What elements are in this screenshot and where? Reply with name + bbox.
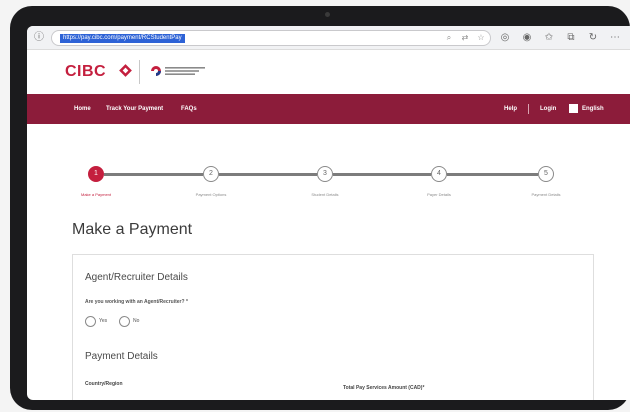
step-4-circle[interactable]: 4: [431, 166, 447, 182]
radio-yes-label[interactable]: Yes: [99, 318, 107, 325]
screen: ⓘ https://pay.cibc.com/payment/RCStudent…: [27, 26, 630, 400]
translate-icon[interactable]: ⇄: [460, 33, 470, 43]
step-3-circle[interactable]: 3: [317, 166, 333, 182]
step-1-circle[interactable]: 1: [88, 166, 104, 182]
cibc-logo-text[interactable]: CIBC: [65, 63, 106, 81]
webcam: [325, 12, 330, 17]
progress-stepper: 1 2 3 4 5 Make a Payment Payment Options…: [27, 124, 630, 214]
main-nav: Home Track Your Payment FAQs Help Login …: [27, 94, 630, 124]
page-title: Make a Payment: [72, 221, 193, 238]
photo-background: ⓘ https://pay.cibc.com/payment/RCStudent…: [0, 0, 630, 412]
amount-field-label: Total Pay Services Amount (CAD)*: [343, 385, 425, 391]
reading-mode-icon[interactable]: ◉: [521, 32, 533, 44]
nav-home[interactable]: Home: [74, 105, 91, 113]
favorites-bar-icon[interactable]: ✩: [543, 32, 555, 44]
step-1-label: Make a Payment: [80, 192, 111, 197]
nav-login[interactable]: Login: [540, 105, 556, 113]
language-flag-icon[interactable]: [569, 104, 578, 113]
radio-no[interactable]: [119, 316, 130, 327]
info-icon[interactable]: ⓘ: [33, 32, 45, 44]
cibc-diamond-icon: [119, 64, 132, 77]
radio-no-label[interactable]: No: [133, 318, 139, 325]
step-4-label: Payer Details: [427, 192, 451, 197]
search-icon[interactable]: ⌕: [444, 33, 454, 43]
sync-icon[interactable]: ↻: [587, 32, 599, 44]
partner-institution-logo: [151, 66, 205, 76]
browser-toolbar: ⓘ https://pay.cibc.com/payment/RCStudent…: [27, 26, 630, 50]
step-connector: [219, 173, 317, 176]
step-5-circle[interactable]: 5: [538, 166, 554, 182]
radio-yes[interactable]: [85, 316, 96, 327]
collections-icon[interactable]: ⧉: [565, 32, 577, 44]
step-2-circle[interactable]: 2: [203, 166, 219, 182]
step-connector: [333, 173, 431, 176]
nav-help[interactable]: Help: [504, 105, 517, 113]
payment-form-card: Agent/Recruiter Details Are you working …: [72, 254, 594, 400]
nav-divider: [528, 104, 529, 114]
address-bar[interactable]: https://pay.cibc.com/payment/RCStudentPa…: [51, 30, 491, 46]
nav-track-payment[interactable]: Track Your Payment: [106, 105, 163, 113]
payment-section-title: Payment Details: [85, 351, 158, 362]
step-connector: [104, 173, 203, 176]
step-2-label: Payment Options: [195, 192, 227, 197]
url-text[interactable]: https://pay.cibc.com/payment/RCStudentPa…: [60, 34, 185, 43]
agent-question-label: Are you working with an Agent/Recruiter?…: [85, 299, 188, 305]
step-5-label: Payment Details: [531, 192, 561, 197]
step-3-label: Student Details: [311, 192, 339, 197]
extension-icon[interactable]: ◎: [499, 32, 511, 44]
site-header: CIBC: [27, 50, 630, 94]
step-connector: [447, 173, 538, 176]
nav-language[interactable]: English: [582, 105, 604, 113]
favorite-icon[interactable]: ☆: [476, 33, 486, 43]
logo-divider: [139, 60, 140, 84]
more-icon[interactable]: ⋯: [609, 32, 621, 44]
nav-faqs[interactable]: FAQs: [181, 105, 197, 113]
agent-section-title: Agent/Recruiter Details: [85, 272, 188, 283]
country-field-label: Country/Region: [85, 381, 123, 387]
